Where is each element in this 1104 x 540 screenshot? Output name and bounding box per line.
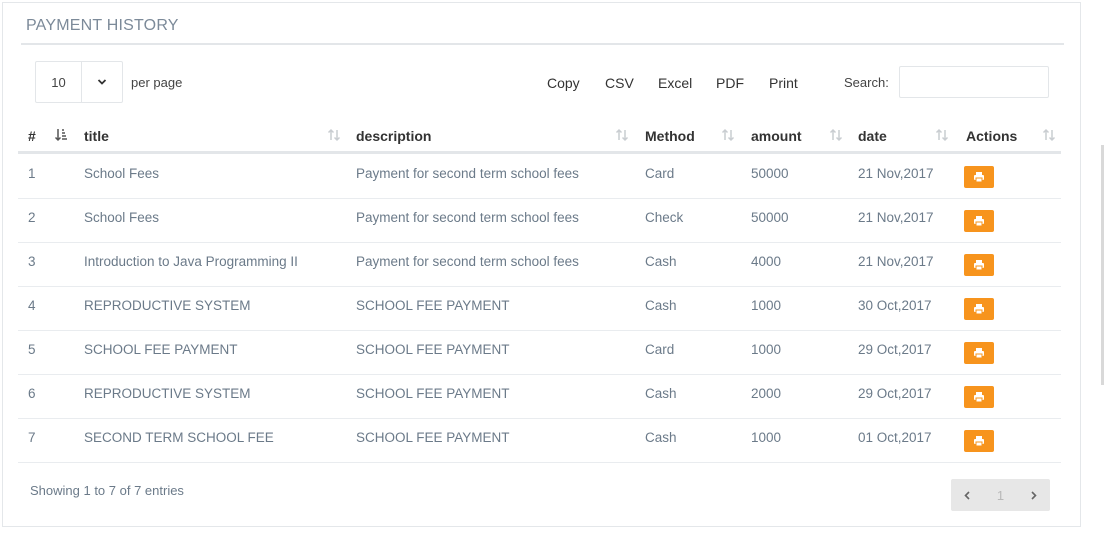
print-icon — [974, 436, 984, 447]
row-description: Payment for second term school fees — [356, 166, 579, 181]
sort-icon[interactable] — [1042, 128, 1056, 142]
sort-icon[interactable] — [829, 128, 843, 142]
table-row: 3 Introduction to Java Programming II Pa… — [18, 243, 1061, 287]
print-icon — [974, 172, 984, 183]
row-number: 3 — [28, 254, 36, 269]
page-length-select[interactable]: 10 — [35, 61, 123, 103]
row-number: 2 — [28, 210, 36, 225]
table-header: # title description Method amount date A… — [18, 120, 1061, 154]
table-row: 7 SECOND TERM SCHOOL FEE SCHOOL FEE PAYM… — [18, 419, 1061, 463]
row-number: 7 — [28, 430, 36, 445]
row-title: REPRODUCTIVE SYSTEM — [84, 386, 251, 401]
row-number: 5 — [28, 342, 36, 357]
chevron-down-icon — [82, 62, 122, 102]
row-title: SCHOOL FEE PAYMENT — [84, 342, 238, 357]
row-amount: 50000 — [751, 210, 789, 225]
row-title: Introduction to Java Programming II — [84, 254, 298, 269]
row-date: 21 Nov,2017 — [858, 254, 934, 269]
print-row-button[interactable] — [964, 254, 994, 276]
print-row-button[interactable] — [964, 166, 994, 188]
row-date: 29 Oct,2017 — [858, 342, 932, 357]
sort-icon[interactable] — [615, 128, 629, 142]
row-amount: 1000 — [751, 342, 782, 357]
row-amount: 2000 — [751, 386, 782, 401]
row-amount: 1000 — [751, 298, 782, 313]
row-amount: 1000 — [751, 430, 782, 445]
table-row: 6 REPRODUCTIVE SYSTEM SCHOOL FEE PAYMENT… — [18, 375, 1061, 419]
print-button[interactable]: Print — [769, 75, 798, 91]
print-icon — [974, 304, 984, 315]
panel-title: PAYMENT HISTORY — [26, 17, 179, 34]
print-row-button[interactable] — [964, 210, 994, 232]
table-info: Showing 1 to 7 of 7 entries — [30, 483, 184, 498]
row-date: 21 Nov,2017 — [858, 166, 934, 181]
row-amount: 50000 — [751, 166, 789, 181]
table-row: 2 School Fees Payment for second term sc… — [18, 199, 1061, 243]
table-row: 4 REPRODUCTIVE SYSTEM SCHOOL FEE PAYMENT… — [18, 287, 1061, 331]
sort-icon[interactable] — [327, 128, 341, 142]
excel-button[interactable]: Excel — [658, 75, 692, 91]
row-number: 1 — [28, 166, 36, 181]
print-row-button[interactable] — [964, 386, 994, 408]
row-date: 21 Nov,2017 — [858, 210, 934, 225]
row-method: Cash — [645, 430, 677, 445]
title-divider — [21, 43, 1064, 45]
row-method: Cash — [645, 254, 677, 269]
table-row: 5 SCHOOL FEE PAYMENT SCHOOL FEE PAYMENT … — [18, 331, 1061, 375]
table-row: 1 School Fees Payment for second term sc… — [18, 155, 1061, 199]
row-method: Card — [645, 342, 675, 357]
copy-button[interactable]: Copy — [547, 75, 580, 91]
row-amount: 4000 — [751, 254, 782, 269]
sort-asc-icon[interactable] — [54, 128, 68, 142]
sort-icon[interactable] — [935, 128, 949, 142]
print-icon — [974, 216, 984, 227]
csv-button[interactable]: CSV — [605, 75, 634, 91]
print-icon — [974, 260, 984, 271]
pdf-button[interactable]: PDF — [716, 75, 744, 91]
print-row-button[interactable] — [964, 430, 994, 452]
next-page-button[interactable] — [1017, 479, 1050, 511]
col-header-date[interactable]: date — [858, 128, 887, 144]
col-header-title[interactable]: title — [84, 128, 109, 144]
row-title: School Fees — [84, 210, 160, 225]
row-description: SCHOOL FEE PAYMENT — [356, 342, 510, 357]
row-description: Payment for second term school fees — [356, 210, 579, 225]
row-date: 01 Oct,2017 — [858, 430, 932, 445]
col-header-method[interactable]: Method — [645, 128, 695, 144]
col-header-amount[interactable]: amount — [751, 128, 802, 144]
col-header-description[interactable]: description — [356, 128, 431, 144]
prev-page-button[interactable] — [951, 479, 984, 511]
pagination: 1 — [951, 479, 1050, 511]
row-method: Cash — [645, 298, 677, 313]
chevron-left-icon — [964, 490, 970, 500]
row-method: Cash — [645, 386, 677, 401]
print-icon — [974, 348, 984, 359]
row-method: Check — [645, 210, 684, 225]
per-page-label: per page — [131, 75, 183, 90]
page-length-value: 10 — [36, 62, 82, 102]
row-number: 6 — [28, 386, 36, 401]
print-row-button[interactable] — [964, 298, 994, 320]
print-row-button[interactable] — [964, 342, 994, 364]
row-description: Payment for second term school fees — [356, 254, 579, 269]
row-title: SECOND TERM SCHOOL FEE — [84, 430, 274, 445]
chevron-right-icon — [1031, 490, 1037, 500]
sort-icon[interactable] — [721, 128, 735, 142]
row-title: REPRODUCTIVE SYSTEM — [84, 298, 251, 313]
row-description: SCHOOL FEE PAYMENT — [356, 430, 510, 445]
col-header-number[interactable]: # — [28, 128, 36, 144]
search-input[interactable] — [899, 66, 1049, 98]
row-description: SCHOOL FEE PAYMENT — [356, 386, 510, 401]
page-number-button[interactable]: 1 — [984, 479, 1017, 511]
row-date: 30 Oct,2017 — [858, 298, 932, 313]
search-label: Search: — [844, 75, 889, 90]
row-method: Card — [645, 166, 675, 181]
row-number: 4 — [28, 298, 36, 313]
row-description: SCHOOL FEE PAYMENT — [356, 298, 510, 313]
row-date: 29 Oct,2017 — [858, 386, 932, 401]
print-icon — [974, 392, 984, 403]
col-header-actions[interactable]: Actions — [966, 128, 1017, 144]
row-title: School Fees — [84, 166, 160, 181]
